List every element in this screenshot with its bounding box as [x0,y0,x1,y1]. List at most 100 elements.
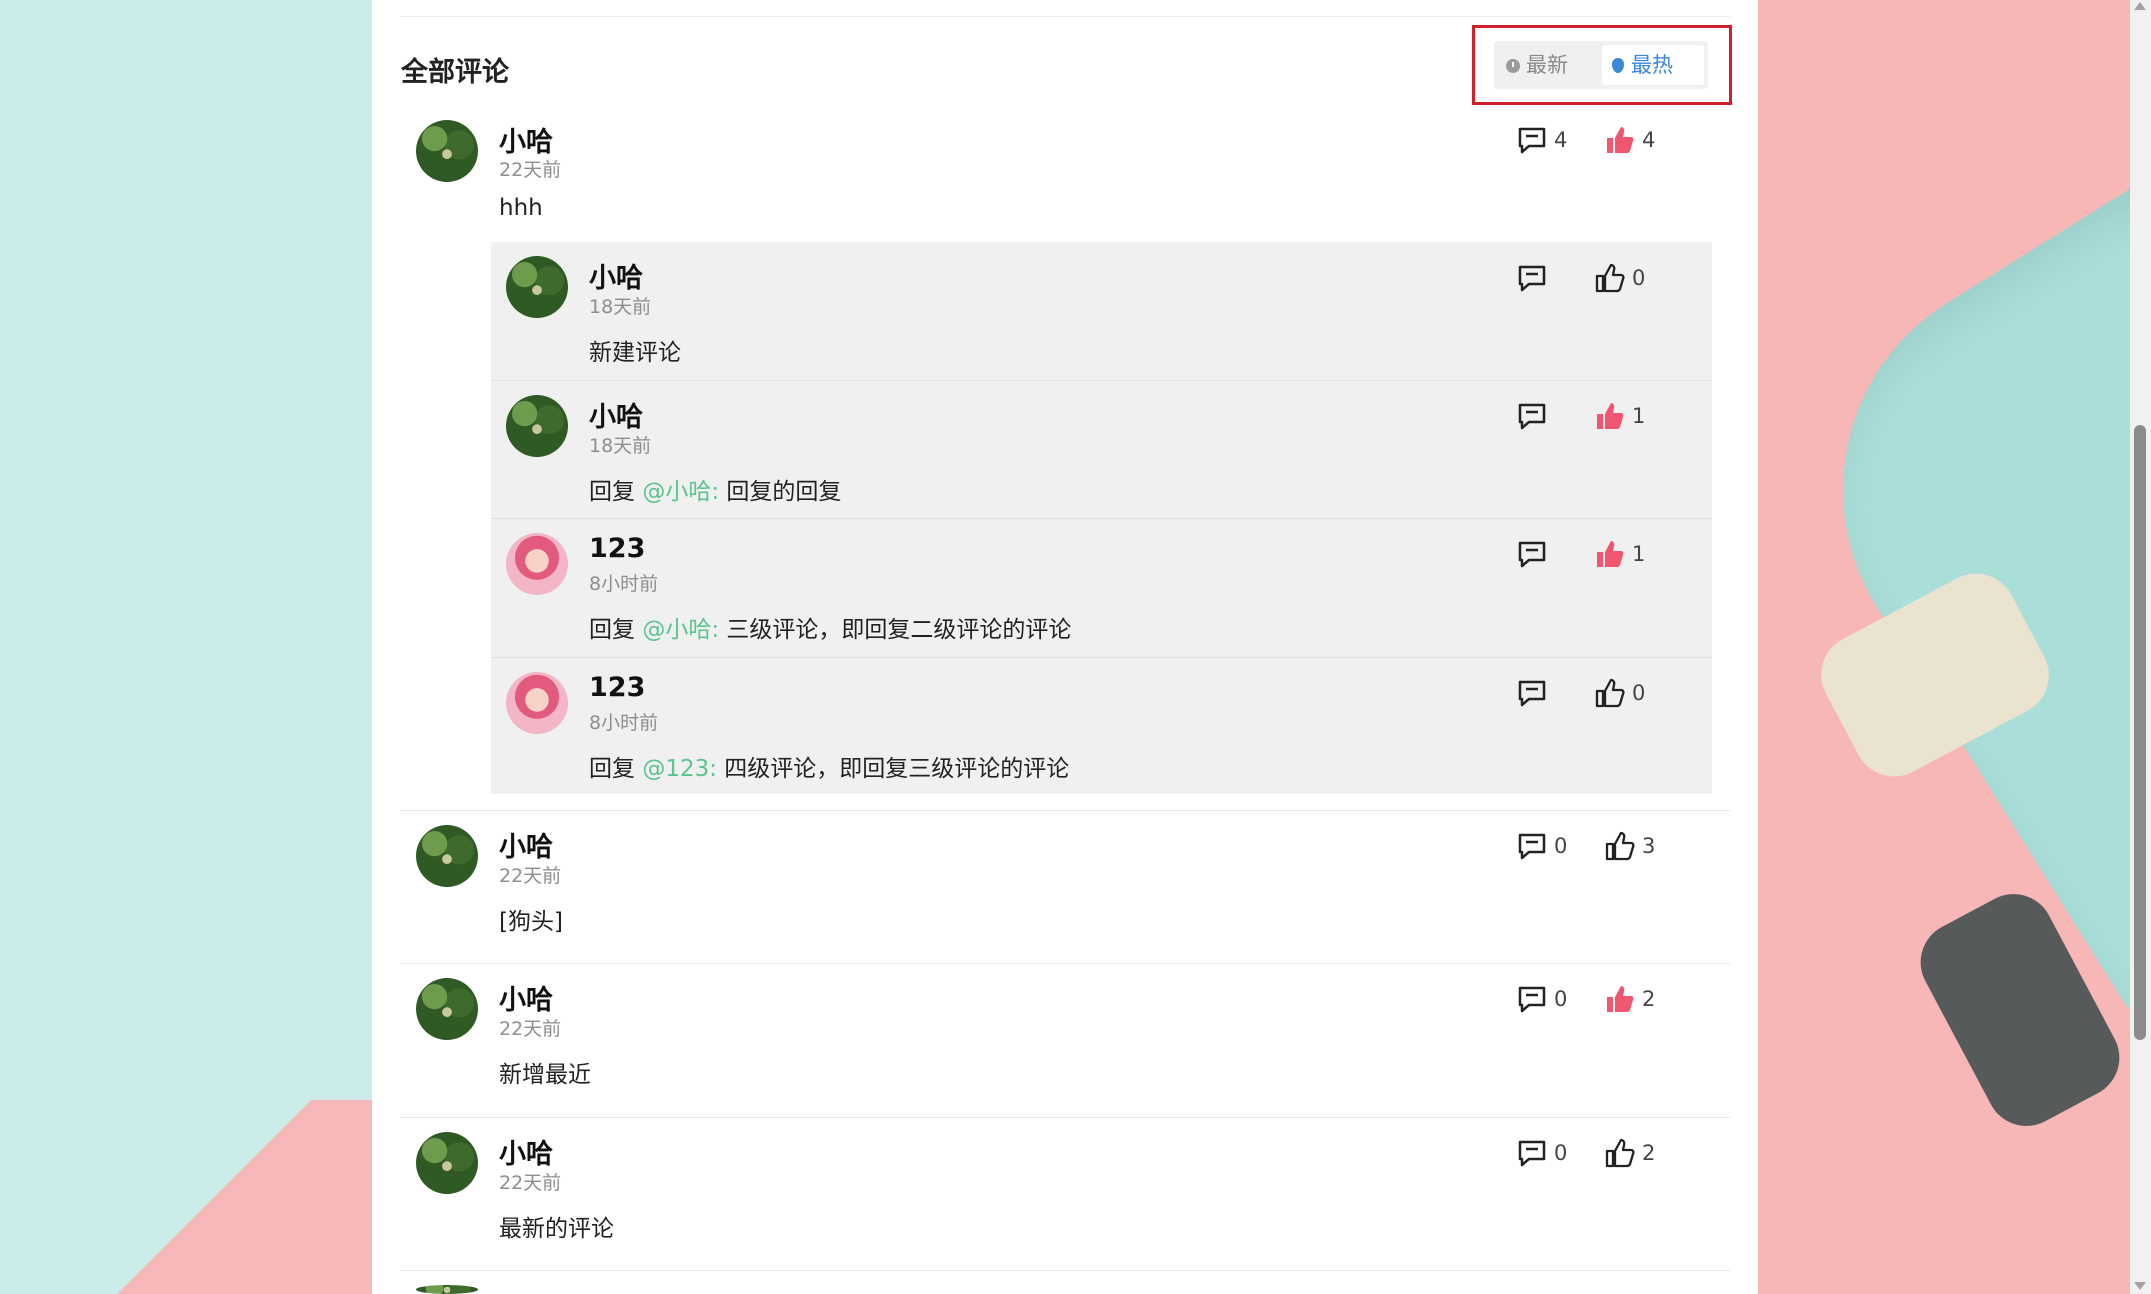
reply-count: 0 [1554,1141,1568,1165]
like-count: 0 [1632,266,1646,290]
comment-icon [1518,127,1546,154]
like-count: 1 [1632,404,1646,428]
reply-button[interactable] [1516,262,1554,294]
comment-divider [400,963,1730,964]
like-button[interactable]: 1 [1594,538,1645,570]
comment-icon [1518,1140,1546,1167]
mention-link[interactable]: @小哈: [642,617,719,643]
like-count: 3 [1642,834,1656,858]
thumbs-up-icon [1595,263,1625,293]
sort-latest-button[interactable]: 最新 [1496,45,1600,85]
reply-divider [491,657,1712,658]
flame-icon [1612,58,1624,73]
avatar[interactable] [416,825,478,887]
comment-text: 最新的评论 [499,1216,614,1242]
reply-count: 0 [1554,987,1568,1011]
comment-icon [1518,403,1546,430]
reply-divider [491,518,1712,519]
thumbs-up-filled-icon [1607,986,1634,1012]
reply-time: 8小时前 [589,712,659,734]
sort-toggle: 最新 最热 [1494,41,1708,89]
reply-text: 回复 @小哈: 三级评论，即回复二级评论的评论 [589,617,1072,643]
top-divider [400,16,1730,17]
reply-button[interactable]: 0 [1516,983,1567,1015]
like-count: 1 [1632,542,1646,566]
comment-divider [400,1270,1730,1271]
scroll-thumb[interactable] [2134,425,2146,1040]
like-button[interactable]: 2 [1604,1137,1655,1169]
comment-icon [1518,680,1546,707]
like-count: 0 [1632,681,1646,705]
thumbs-up-filled-icon [1607,127,1634,153]
reply-username[interactable]: 小哈 [589,256,643,295]
comment-divider [400,1117,1730,1118]
comment-time: 22天前 [499,865,562,887]
thumbs-up-filled-icon [1597,403,1624,429]
comment-username[interactable]: 小哈 [499,120,553,159]
mention-link[interactable]: @123: [642,756,717,782]
comment-time: 22天前 [499,1172,562,1194]
comments-panel: 全部评论 最新 最热 小哈 22天前 hhh 4 4 小哈 18天前 新建评论 … [372,0,1758,1294]
section-title: 全部评论 [401,57,509,88]
reply-time: 18天前 [589,296,652,318]
sort-latest-label: 最新 [1526,53,1568,77]
reply-text: 回复 @123: 四级评论，即回复三级评论的评论 [589,756,1070,782]
reply-button[interactable]: 0 [1516,830,1567,862]
avatar[interactable] [416,120,478,182]
reply-username[interactable]: 123 [589,533,645,564]
comment-time: 22天前 [499,159,562,181]
like-button[interactable]: 1 [1594,400,1645,432]
like-count: 4 [1642,128,1656,152]
mention-link[interactable]: @小哈: [642,479,719,505]
reply-button[interactable] [1516,400,1554,432]
comment-text: [狗头] [499,909,563,935]
comment-username[interactable]: 小哈 [499,978,553,1017]
comment-icon [1518,265,1546,292]
thumbs-up-icon [1605,1138,1635,1168]
like-count: 2 [1642,1141,1656,1165]
reply-divider [491,380,1712,381]
like-button[interactable]: 0 [1594,677,1645,709]
avatar[interactable] [416,978,478,1040]
sort-hot-button[interactable]: 最热 [1602,45,1704,85]
reply-button[interactable] [1516,538,1554,570]
avatar[interactable] [506,256,568,318]
thumbs-up-filled-icon [1597,541,1624,567]
comment-time: 22天前 [499,1018,562,1040]
comment-icon [1518,541,1546,568]
avatar[interactable] [416,1132,478,1194]
reply-button[interactable]: 4 [1516,124,1567,156]
comment-divider [400,810,1730,811]
comment-username[interactable]: 小哈 [499,1132,553,1171]
reply-username[interactable]: 小哈 [589,395,643,434]
reply-text: 回复 @小哈: 回复的回复 [589,479,842,505]
reply-button[interactable]: 0 [1516,1137,1567,1169]
reply-text: 新建评论 [589,340,681,366]
scroll-down-arrow[interactable] [2134,1282,2146,1290]
avatar[interactable] [416,1285,478,1294]
sort-hot-label: 最热 [1631,53,1673,77]
comment-icon [1518,833,1546,860]
like-button[interactable]: 4 [1604,124,1655,156]
reply-count: 4 [1554,128,1568,152]
reply-time: 18天前 [589,435,652,457]
thumbs-up-icon [1605,831,1635,861]
avatar[interactable] [506,672,568,734]
like-button[interactable]: 0 [1594,262,1645,294]
comment-username[interactable]: 小哈 [499,825,553,864]
comment-icon [1518,986,1546,1013]
comment-text: 新增最近 [499,1062,591,1088]
reply-time: 8小时前 [589,573,659,595]
reply-count: 0 [1554,834,1568,858]
like-button[interactable]: 2 [1604,983,1655,1015]
like-count: 2 [1642,987,1656,1011]
thumbs-up-icon [1595,678,1625,708]
reply-button[interactable] [1516,677,1554,709]
clock-icon [1506,59,1520,73]
comment-text: hhh [499,195,543,221]
avatar[interactable] [506,533,568,595]
reply-username[interactable]: 123 [589,672,645,703]
avatar[interactable] [506,395,568,457]
like-button[interactable]: 3 [1604,830,1655,862]
scroll-up-arrow[interactable] [2134,2,2146,10]
